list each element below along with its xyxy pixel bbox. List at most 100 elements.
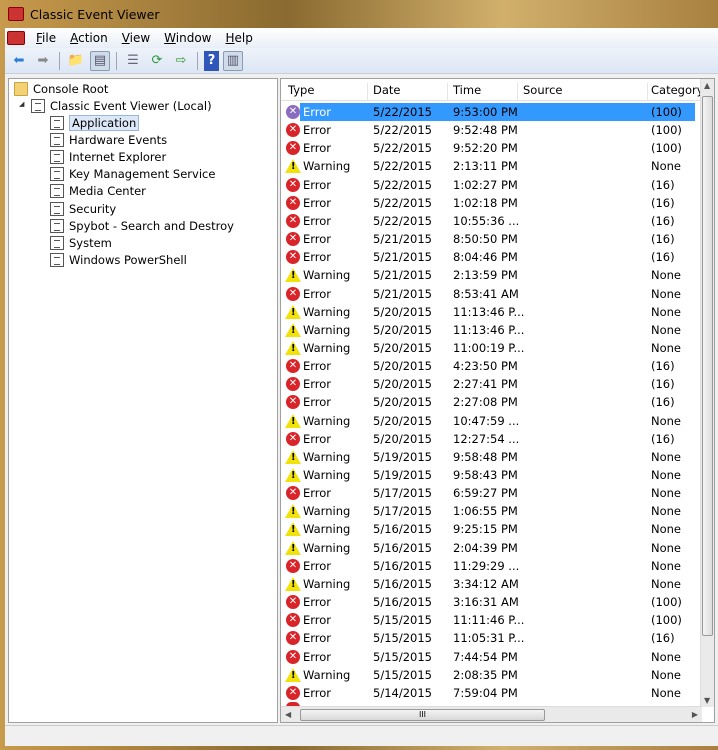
show-hide-action-pane-icon[interactable]: ▥ bbox=[223, 50, 243, 71]
tree-node-hardware-events[interactable]: Hardware Events bbox=[50, 131, 167, 148]
cell-date: 5/20/2015 bbox=[373, 322, 432, 337]
event-row[interactable]: Warning 5/16/2015 9:25:15 PM None bbox=[281, 520, 701, 538]
event-row[interactable]: ✕ Error 5/20/2015 2:27:08 PM (16) bbox=[281, 393, 701, 411]
cell-date: 5/19/2015 bbox=[373, 468, 432, 482]
event-row[interactable]: ✕ Error 5/22/2015 10:55:36 ... (16) bbox=[281, 212, 701, 230]
warning-icon bbox=[285, 540, 301, 555]
event-row[interactable]: Warning 5/20/2015 11:13:46 P... None bbox=[281, 303, 701, 321]
tree-node-application[interactable]: Application bbox=[50, 114, 140, 131]
cell-time: 11:05:31 P... bbox=[453, 631, 525, 646]
event-row[interactable]: Warning 5/16/2015 3:34:12 AM None bbox=[281, 575, 701, 593]
menu-window[interactable]: Window bbox=[157, 31, 218, 45]
event-row[interactable]: ✕ Error 5/16/2015 11:29:29 ... None bbox=[281, 557, 701, 575]
column-type[interactable]: Type bbox=[288, 83, 368, 101]
event-row[interactable]: ✕ Error 5/21/2015 8:04:46 PM (16) bbox=[281, 248, 701, 266]
cell-type: Warning bbox=[303, 322, 351, 337]
tree-node-classic-event-viewer[interactable]: Classic Event Viewer (Local) bbox=[31, 97, 212, 114]
menu-view[interactable]: View bbox=[115, 31, 157, 45]
event-row[interactable]: ✕ Error 5/21/2015 8:53:41 AM None bbox=[281, 285, 701, 303]
scroll-left-icon[interactable]: ◀ bbox=[285, 710, 291, 719]
menu-action[interactable]: Action bbox=[63, 31, 115, 45]
cell-type: Error bbox=[303, 613, 332, 628]
tree-node-key-management-service[interactable]: Key Management Service bbox=[50, 166, 215, 183]
scroll-up-icon[interactable]: ▲ bbox=[704, 81, 710, 90]
error-icon: ✕ bbox=[286, 613, 300, 628]
event-row[interactable]: ✕ Error 5/22/2015 9:52:48 PM (100) bbox=[281, 121, 701, 139]
cell-category: None bbox=[651, 304, 682, 319]
error-icon: ✕ bbox=[286, 286, 300, 301]
event-row[interactable]: Warning 5/20/2015 11:00:19 P... None bbox=[281, 339, 701, 357]
warning-icon bbox=[285, 304, 301, 319]
event-row[interactable]: Warning 5/21/2015 2:13:59 PM None bbox=[281, 266, 701, 284]
event-log-icon bbox=[31, 98, 45, 113]
horizontal-scrollbar[interactable]: ◀ III ▶ bbox=[281, 706, 702, 722]
event-row[interactable]: Warning 5/15/2015 2:08:35 PM None bbox=[281, 666, 701, 684]
system-menu-icon[interactable] bbox=[7, 31, 25, 45]
expand-arrow-icon[interactable]: ◢ bbox=[19, 100, 24, 108]
cell-category: None bbox=[651, 413, 682, 428]
cell-type: Warning bbox=[303, 340, 351, 355]
tree-node-media-center[interactable]: Media Center bbox=[50, 183, 146, 200]
tree-node-system[interactable]: System bbox=[50, 234, 112, 251]
column-source[interactable]: Source bbox=[523, 83, 648, 101]
menu-file[interactable]: File bbox=[29, 31, 63, 45]
column-date[interactable]: Date bbox=[373, 83, 448, 101]
event-row[interactable]: Warning 5/20/2015 10:47:59 ... None bbox=[281, 412, 701, 430]
tree-node-label: Media Center bbox=[69, 184, 146, 199]
event-row[interactable]: ✕ Error 5/22/2015 1:02:18 PM (16) bbox=[281, 194, 701, 212]
help-icon[interactable]: ? bbox=[204, 50, 219, 71]
title-bar[interactable]: Classic Event Viewer bbox=[0, 0, 718, 28]
warning-icon bbox=[285, 268, 301, 283]
show-hide-tree-icon[interactable]: ▤ bbox=[90, 50, 110, 71]
refresh-icon[interactable]: ⟳ bbox=[147, 51, 167, 71]
event-log-icon bbox=[50, 149, 64, 164]
event-row[interactable]: ✕ Error 5/15/2015 11:11:46 P... (100) bbox=[281, 611, 701, 629]
event-row[interactable]: ✕ Error 5/20/2015 2:27:41 PM (16) bbox=[281, 375, 701, 393]
event-row[interactable]: ✕ Error 5/15/2015 11:05:31 P... (16) bbox=[281, 629, 701, 647]
tree-node-internet-explorer[interactable]: Internet Explorer bbox=[50, 148, 166, 165]
event-row[interactable]: Warning 5/19/2015 9:58:43 PM None bbox=[281, 466, 701, 484]
back-icon[interactable]: ⬅ bbox=[9, 51, 29, 71]
event-log-icon bbox=[50, 184, 64, 199]
cell-time: 2:27:41 PM bbox=[453, 377, 518, 392]
export-list-icon[interactable]: ⇨ bbox=[171, 51, 191, 71]
event-row[interactable]: ✕ Error 5/14/2015 7:59:04 PM None bbox=[281, 684, 701, 702]
vertical-scrollbar[interactable]: ▲ ▼ bbox=[700, 79, 714, 707]
scroll-down-icon[interactable]: ▼ bbox=[704, 696, 710, 705]
forward-icon[interactable]: ➡ bbox=[33, 51, 53, 71]
cell-type: Error bbox=[303, 177, 332, 192]
event-row[interactable]: Warning 5/22/2015 2:13:11 PM None bbox=[281, 157, 701, 175]
event-row[interactable]: ✕ Error 5/15/2015 7:44:54 PM None bbox=[281, 648, 701, 666]
vertical-scroll-thumb[interactable] bbox=[702, 96, 713, 636]
event-row[interactable]: ✕ Error 5/16/2015 3:16:31 AM (100) bbox=[281, 593, 701, 611]
column-time[interactable]: Time bbox=[453, 83, 518, 101]
tree-node-windows-powershell[interactable]: Windows PowerShell bbox=[50, 252, 187, 269]
menu-help[interactable]: Help bbox=[219, 31, 260, 45]
tree-node-console-root[interactable]: Console Root bbox=[14, 80, 108, 97]
cell-date: 5/21/2015 bbox=[373, 232, 432, 247]
event-row[interactable]: ✕ Error 5/22/2015 9:52:20 PM (100) bbox=[281, 139, 701, 157]
event-row[interactable]: ✕ Error 5/21/2015 8:50:50 PM (16) bbox=[281, 230, 701, 248]
event-row[interactable]: ✕ Error 5/17/2015 6:59:27 PM None bbox=[281, 484, 701, 502]
cell-time: 11:11:46 P... bbox=[453, 613, 525, 628]
cell-date: 5/14/2015 bbox=[373, 685, 432, 700]
event-row[interactable]: Warning 5/20/2015 11:13:46 P... None bbox=[281, 321, 701, 339]
column-category[interactable]: Category bbox=[651, 83, 704, 101]
tree-node-security[interactable]: Security bbox=[50, 200, 116, 217]
event-row[interactable]: Warning 5/17/2015 1:06:55 PM None bbox=[281, 502, 701, 520]
tree-node-spybot-search-and-destroy[interactable]: Spybot - Search and Destroy bbox=[50, 217, 234, 234]
event-row[interactable]: Warning 5/19/2015 9:58:48 PM None bbox=[281, 448, 701, 466]
cell-category: (100) bbox=[651, 613, 682, 628]
event-row[interactable]: Warning 5/16/2015 2:04:39 PM None bbox=[281, 539, 701, 557]
horizontal-scroll-thumb[interactable]: III bbox=[300, 709, 545, 721]
properties-icon[interactable]: ☰ bbox=[123, 51, 143, 71]
event-row[interactable]: ✕ Error 5/20/2015 4:23:50 PM (16) bbox=[281, 357, 701, 375]
cell-time: 8:53:41 AM bbox=[453, 286, 519, 301]
event-row[interactable]: ✕ Error 5/22/2015 9:53:00 PM (100) bbox=[281, 103, 701, 121]
cell-category: None bbox=[651, 576, 682, 591]
event-row[interactable]: ✕ Error 5/20/2015 12:27:54 ... (16) bbox=[281, 430, 701, 448]
cell-category: (100) bbox=[651, 123, 682, 138]
scroll-right-icon[interactable]: ▶ bbox=[692, 710, 698, 719]
up-folder-icon[interactable]: 📁 bbox=[66, 51, 86, 71]
event-row[interactable]: ✕ Error 5/22/2015 1:02:27 PM (16) bbox=[281, 176, 701, 194]
